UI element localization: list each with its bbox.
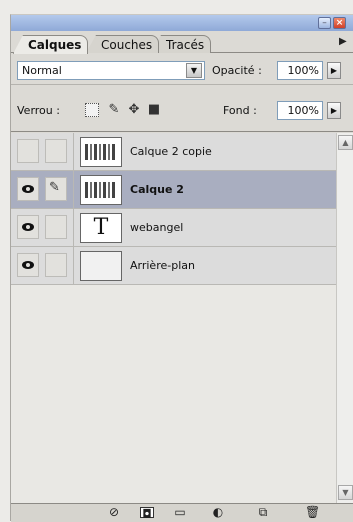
layers-palette: – × Tracés Couches Calques ▶ Normal ▼ Op… [10, 14, 353, 522]
visibility-toggle[interactable] [17, 253, 39, 277]
palette-menu-icon[interactable]: ▶ [339, 36, 347, 47]
close-icon[interactable]: × [333, 17, 346, 29]
link-toggle[interactable] [45, 139, 67, 163]
lock-row: Verrou : ✎ ✥ ■ Fond : 100% ▶ [11, 86, 353, 132]
blend-row: Normal ▼ Opacité : 100% ▶ [11, 53, 353, 85]
chevron-down-icon[interactable]: ▼ [186, 63, 202, 78]
visibility-toggle[interactable] [17, 139, 39, 163]
layer-name: webangel [130, 221, 184, 234]
tab-strip: Tracés Couches Calques ▶ [11, 31, 353, 54]
layer-row[interactable]: T webangel [11, 209, 336, 247]
new-group-icon[interactable]: ▭ [173, 506, 187, 519]
layer-thumbnail [80, 251, 122, 281]
eye-icon [22, 223, 34, 231]
eye-icon [22, 185, 34, 193]
lock-transparency-icon[interactable] [85, 103, 99, 117]
opacity-label: Opacité : [212, 64, 262, 77]
blend-mode-select[interactable]: Normal ▼ [17, 61, 205, 80]
opacity-slider-icon[interactable]: ▶ [327, 62, 341, 79]
bottom-toolbar: ⊘ ◘ ▭ ◐ ⧉ 🗑 [11, 503, 353, 522]
layer-row[interactable]: Calque 2 copie [11, 133, 336, 171]
lock-move-icon[interactable]: ✥ [127, 103, 141, 117]
fill-field[interactable]: 100% [277, 101, 323, 120]
layer-name: Calque 2 [130, 183, 184, 196]
fill-label: Fond : [223, 104, 257, 117]
tab-label: Couches [101, 38, 153, 52]
layers-list: Calque 2 copie ✎ Calque 2 T webangel Arr… [11, 133, 336, 503]
lock-paint-icon[interactable]: ✎ [107, 103, 121, 117]
blend-mode-value: Normal [22, 64, 62, 77]
brush-icon: ✎ [49, 180, 60, 195]
trash-icon[interactable]: 🗑 [305, 506, 320, 519]
layer-row-selected[interactable]: ✎ Calque 2 [11, 171, 336, 209]
tab-label: Calques [28, 38, 82, 52]
layer-name: Calque 2 copie [130, 145, 212, 158]
layers-scrollbar[interactable]: ▲ ▼ [336, 133, 353, 503]
link-toggle[interactable]: ✎ [45, 177, 67, 201]
link-toggle[interactable] [45, 253, 67, 277]
tab-label: Tracés [166, 38, 205, 52]
visibility-toggle[interactable] [17, 177, 39, 201]
text-layer-thumbnail: T [80, 213, 122, 243]
new-layer-icon[interactable]: ⧉ [256, 506, 270, 519]
scroll-down-icon[interactable]: ▼ [338, 485, 353, 500]
layer-style-icon[interactable]: ⊘ [107, 506, 121, 519]
layer-row[interactable]: Arrière-plan [11, 247, 336, 285]
layer-mask-icon[interactable]: ◘ [140, 507, 154, 521]
lock-label: Verrou : [17, 104, 60, 117]
tab-couches[interactable]: Couches [86, 35, 160, 53]
layer-thumbnail [80, 137, 122, 167]
eye-icon [22, 261, 34, 269]
layer-name: Arrière-plan [130, 259, 195, 272]
scroll-up-icon[interactable]: ▲ [338, 135, 353, 150]
visibility-toggle[interactable] [17, 215, 39, 239]
adjustment-layer-icon[interactable]: ◐ [211, 506, 225, 519]
tab-traces[interactable]: Tracés [151, 35, 212, 53]
layer-thumbnail [80, 175, 122, 205]
opacity-field[interactable]: 100% [277, 61, 323, 80]
tab-calques[interactable]: Calques [13, 35, 89, 54]
link-toggle[interactable] [45, 215, 67, 239]
palette-title-bar[interactable]: – × [11, 15, 353, 31]
fill-slider-icon[interactable]: ▶ [327, 102, 341, 119]
lock-all-icon[interactable]: ■ [147, 103, 161, 117]
minimize-icon[interactable]: – [318, 17, 331, 29]
